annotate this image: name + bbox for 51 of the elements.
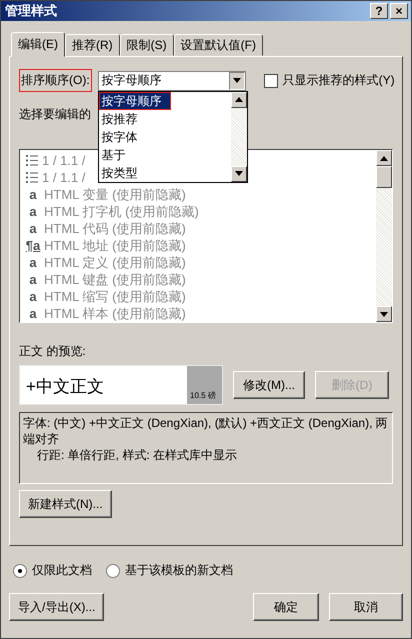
dropdown-arrow-button[interactable] xyxy=(228,72,245,90)
numbered-list-icon xyxy=(26,155,38,166)
up-arrow-icon xyxy=(380,156,388,160)
sort-order-label: 排序顺序(O): xyxy=(19,69,92,92)
radio-button[interactable] xyxy=(106,564,120,578)
ok-button[interactable]: 确定 xyxy=(253,593,319,621)
help-button[interactable]: ? xyxy=(370,3,388,19)
down-arrow-icon xyxy=(380,312,388,316)
character-style-icon: a xyxy=(26,289,40,304)
sort-order-dropdown[interactable]: 按字母顺序 xyxy=(98,70,246,90)
new-style-button[interactable]: 新建样式(N)... xyxy=(19,490,112,518)
character-style-icon: a xyxy=(26,272,40,287)
import-export-button[interactable]: 导入/导出(X)... xyxy=(9,593,104,621)
checkbox[interactable] xyxy=(264,74,278,88)
cancel-button[interactable]: 取消 xyxy=(329,593,403,621)
character-style-icon: a xyxy=(26,204,40,219)
scroll-up-button[interactable] xyxy=(376,150,392,166)
preview-label: 正文 的预览: xyxy=(19,344,86,358)
character-style-icon: a xyxy=(26,255,40,270)
close-button[interactable]: × xyxy=(390,3,408,19)
character-style-icon: a xyxy=(26,306,40,321)
scroll-down-button[interactable] xyxy=(376,306,392,322)
styles-label: 选择要编辑的 xyxy=(19,107,91,121)
up-arrow-icon xyxy=(234,97,243,102)
scroll-down-button[interactable] xyxy=(230,166,247,182)
numbered-list-icon xyxy=(26,172,38,183)
down-arrow-icon xyxy=(234,171,243,176)
tab[interactable]: 设置默认值(F) xyxy=(174,34,263,56)
down-arrow-icon xyxy=(232,78,241,83)
radio-label: 基于该模板的新文档 xyxy=(125,562,233,579)
preview-sample: +中文正文 xyxy=(25,376,105,398)
character-style-icon: a xyxy=(26,221,40,236)
radio-button[interactable] xyxy=(13,564,27,578)
modify-button[interactable]: 修改(M)... xyxy=(233,371,305,399)
scrollbar[interactable] xyxy=(376,150,392,322)
size-text: 10.5 磅 xyxy=(190,390,216,401)
linked-style-icon: ¶a xyxy=(26,238,40,253)
checkbox-label: 只显示推荐的样式(Y) xyxy=(282,72,395,89)
radio-label: 仅限此文档 xyxy=(32,562,92,579)
scroll-thumb[interactable] xyxy=(376,166,392,188)
tab[interactable]: 限制(S) xyxy=(120,34,174,56)
tab[interactable]: 编辑(E) xyxy=(11,32,65,57)
description-text: 字体: (中文) +中文正文 (DengXian), (默认) +西文正文 (DengXian), 两端对齐 xyxy=(23,415,389,447)
radio-dot-icon xyxy=(18,568,22,572)
tab[interactable]: 推荐(R) xyxy=(65,34,120,56)
scroll-up-button[interactable] xyxy=(230,92,247,108)
dropdown-option[interactable]: 按字母顺序 xyxy=(98,92,171,110)
description-text: 行距: 单倍行距, 样式: 在样式库中显示 xyxy=(36,447,238,463)
window-title: 管理样式 xyxy=(5,2,58,20)
character-style-icon: a xyxy=(26,187,40,202)
scrollbar[interactable] xyxy=(230,92,247,182)
